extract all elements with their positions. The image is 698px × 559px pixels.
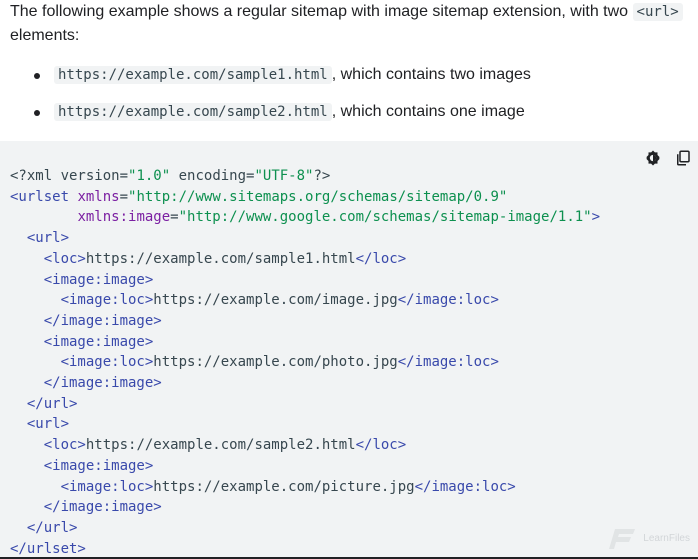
bullet-dot (34, 110, 40, 116)
code-token: ?> (313, 168, 331, 184)
code-token: = (170, 209, 179, 226)
code-token: </image:loc> (397, 292, 499, 309)
code-token: <image:loc> (60, 478, 154, 495)
code-token: <image:image> (43, 457, 154, 474)
code-token: > (591, 209, 601, 226)
code-token: </image:loc> (414, 478, 516, 495)
code-toolbar (644, 149, 692, 167)
code-line: <image:loc>https://example.com/image.jpg… (10, 290, 600, 311)
code-content: <?xml version="1.0" encoding="UTF-8"?> <u… (10, 166, 600, 559)
copy-icon[interactable] (674, 149, 692, 167)
code-line: <image:loc>https://example.com/picture.j… (10, 477, 600, 498)
code-token: </image:image> (43, 499, 162, 516)
code-line: <image:image> (10, 456, 600, 477)
code-line: <url> (10, 414, 600, 435)
code-token: <image:loc> (60, 354, 154, 371)
code-line: xmlns:image="http://www.google.com/schem… (10, 207, 600, 228)
code-token: <image:image> (43, 333, 154, 350)
code-line: <image:loc>https://example.com/photo.jpg… (10, 352, 600, 373)
example-list: https://example.com/sample1.html, which … (10, 63, 690, 124)
code-line: <loc>https://example.com/sample2.html</l… (10, 435, 600, 456)
code-token: https://example.com/sample2.html (85, 437, 356, 454)
code-token: </url> (26, 519, 78, 536)
intro-paragraph: The following example shows a regular si… (10, 0, 690, 48)
code-token: "UTF-8" (254, 168, 314, 184)
code-line: </urlset> (10, 539, 600, 559)
code-token: <url> (26, 416, 70, 433)
code-token: "http://www.google.com/schemas/sitemap-i… (178, 209, 592, 226)
code-line: <url> (10, 228, 600, 249)
code-token: </loc> (355, 250, 407, 267)
watermark-text: LearnFiles (643, 532, 690, 544)
code-token: </url> (26, 395, 78, 412)
watermark: LearnFiles (605, 525, 690, 551)
code-line: </url> (10, 394, 600, 415)
code-token: "1.0" (128, 168, 171, 184)
code-token: <url> (26, 230, 70, 247)
intro-text-before: The following example shows a regular si… (10, 3, 633, 20)
code-line: <urlset xmlns="http://www.sitemaps.org/s… (10, 187, 600, 208)
bullet-dot (34, 73, 40, 79)
code-token: <urlset (10, 188, 78, 205)
code-line: </image:image> (10, 373, 600, 394)
code-token: encoding= (170, 168, 255, 184)
dark-mode-toggle-icon[interactable] (644, 149, 662, 167)
code-token: <image:loc> (60, 292, 154, 309)
inline-code-url: https://example.com/sample2.html (54, 103, 332, 121)
code-line: <image:image> (10, 270, 600, 291)
code-token: xmlns (77, 188, 120, 205)
code-token: </loc> (355, 437, 407, 454)
code-token: </image:image> (43, 375, 162, 392)
code-token: "http://www.sitemaps.org/schemas/sitemap… (128, 188, 508, 205)
code-line: <?xml version="1.0" encoding="UTF-8"?> (10, 166, 600, 187)
watermark-logo (609, 529, 636, 549)
code-token: </urlset> (10, 540, 86, 557)
list-item-text: , which contains one image (331, 103, 525, 120)
intro-text-after: elements: (10, 27, 80, 44)
code-token: </image:loc> (397, 354, 499, 371)
code-line: </url> (10, 518, 600, 539)
code-line: <image:image> (10, 332, 600, 353)
code-token: xmlns:image (77, 209, 171, 226)
code-token: <loc> (43, 437, 86, 454)
code-token: https://example.com/photo.jpg (153, 354, 398, 371)
inline-code-url: <url> (632, 3, 683, 21)
code-block: <?xml version="1.0" encoding="UTF-8"?> <u… (0, 141, 698, 559)
inline-code-url: https://example.com/sample1.html (54, 66, 332, 84)
list-item: https://example.com/sample1.html, which … (10, 63, 690, 87)
code-line: </image:image> (10, 311, 600, 332)
code-token: https://example.com/picture.jpg (153, 478, 415, 495)
code-token: https://example.com/sample1.html (85, 250, 356, 267)
code-token: <?xml version= (10, 168, 129, 184)
code-token: </image:image> (43, 312, 162, 329)
code-line: <loc>https://example.com/sample1.html</l… (10, 249, 600, 270)
intro-text: The following example shows a regular si… (10, 0, 690, 48)
code-line: </image:image> (10, 497, 600, 518)
code-token: <loc> (43, 250, 86, 267)
list-item: https://example.com/sample2.html, which … (10, 100, 690, 124)
code-token: <image:image> (43, 271, 154, 288)
code-token: = (119, 188, 129, 205)
list-item-text: , which contains two images (331, 66, 531, 83)
code-token: https://example.com/image.jpg (153, 292, 398, 309)
